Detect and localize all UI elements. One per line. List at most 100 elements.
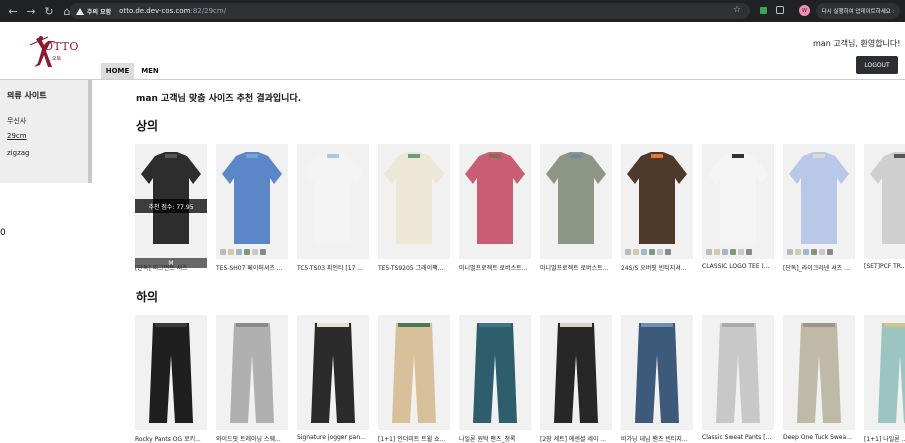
product-card[interactable]: Deep One Tuck Swea... (783, 315, 855, 441)
forward-icon[interactable]: → (24, 4, 38, 18)
profile-avatar[interactable]: W (799, 5, 810, 16)
product-image[interactable] (783, 144, 855, 259)
product-image[interactable] (621, 144, 693, 259)
color-swatch[interactable] (706, 249, 712, 255)
color-swatch[interactable] (252, 249, 258, 255)
product-card[interactable]: Rocky Pants OG 로키... (135, 315, 207, 443)
garment-illustration (708, 152, 768, 244)
product-image[interactable] (621, 315, 693, 430)
product-card[interactable]: 미니멀프로젝트 로버스트... (540, 144, 612, 272)
url-text[interactable]: otto.de.dev-cos.com:82/29cm/ (119, 7, 226, 15)
product-card[interactable]: 미니멀프로젝트 로버스트... (459, 144, 531, 272)
garment-illustration (635, 323, 679, 423)
logout-button[interactable]: LOGOUT (856, 56, 898, 74)
product-caption[interactable]: 24S/S 오버핏 빈티지셔... (621, 263, 693, 272)
product-image[interactable] (297, 315, 369, 430)
color-swatch[interactable] (722, 249, 728, 255)
product-card[interactable]: TE5-TS9205 그래이팩... (378, 144, 450, 272)
product-card[interactable]: [1+1] 나일론 ... (864, 315, 905, 443)
product-caption[interactable]: 미니멀프로젝트 로버스트... (540, 263, 612, 272)
color-swatch[interactable] (244, 249, 250, 255)
product-image[interactable] (540, 315, 612, 430)
sidebar-item-musinsa[interactable]: 무신사 (7, 116, 26, 126)
color-swatch[interactable] (633, 249, 639, 255)
garment-illustration (392, 323, 436, 423)
nav-tab-men[interactable]: MEN (137, 63, 163, 79)
product-caption[interactable]: TC5-TS03 피인티 [17 ... (297, 263, 369, 272)
product-card[interactable]: TE5-SH07 페이퍼셔츠 ... (216, 144, 288, 272)
product-caption[interactable]: CLASSIC LOGO TEE (... (702, 263, 774, 270)
color-swatch[interactable] (827, 249, 833, 255)
reload-icon[interactable]: ↻ (42, 4, 56, 18)
product-image[interactable]: 추천 점수: 77.95 (135, 144, 207, 259)
extensions-puzzle-icon[interactable] (776, 6, 784, 14)
color-swatch[interactable] (260, 249, 266, 255)
garment-illustration (230, 323, 274, 423)
product-card[interactable]: 비가닝 데님 팬츠 빈티지... (621, 315, 693, 443)
product-card[interactable]: 나일론 원턱 팬츠_청록 (459, 315, 531, 443)
product-image[interactable] (216, 144, 288, 259)
product-card[interactable]: 와이드핏 트레이닝 스웨... (216, 315, 288, 443)
product-image[interactable] (459, 315, 531, 430)
relaunch-update-button[interactable]: 다시 실행하여 업데이트하세요 : (816, 3, 900, 19)
product-caption[interactable]: TE5-TS9205 그래이팩... (378, 263, 450, 272)
product-caption[interactable]: 미니멀프로젝트 로버스트... (459, 263, 531, 272)
security-warning[interactable]: 주의 요함 (76, 7, 111, 16)
product-image[interactable] (864, 144, 905, 259)
product-image[interactable] (459, 144, 531, 259)
product-caption[interactable]: [단독]_라이크라넨 셔츠 ... (783, 263, 855, 272)
product-card[interactable]: [단독]_라이크라넨 셔츠 ... (783, 144, 855, 272)
color-swatch[interactable] (795, 249, 801, 255)
color-swatch[interactable] (236, 249, 242, 255)
product-card[interactable]: TC5-TS03 피인티 [17 ... (297, 144, 369, 272)
color-swatch[interactable] (803, 249, 809, 255)
product-caption[interactable]: Deep One Tuck Swea... (783, 434, 855, 441)
product-image[interactable] (297, 144, 369, 259)
sidebar-item-zigzag[interactable]: zigzag (7, 149, 29, 157)
product-image[interactable] (135, 315, 207, 430)
otto-logo-icon[interactable] (26, 33, 74, 73)
color-swatch[interactable] (228, 249, 234, 255)
product-image[interactable] (783, 315, 855, 430)
product-caption[interactable]: [SET]PCF TR... (864, 263, 905, 270)
product-caption[interactable]: Signature jogger pan... (297, 434, 369, 441)
color-swatch[interactable] (625, 249, 631, 255)
product-card[interactable]: Signature jogger pan... (297, 315, 369, 441)
address-bar[interactable]: 주의 요함 otto.de.dev-cos.com:82/29cm/ (70, 3, 750, 19)
color-swatch[interactable] (657, 249, 663, 255)
product-image[interactable] (540, 144, 612, 259)
sidebar-item-29cm[interactable]: 29cm (7, 132, 27, 140)
color-swatches (220, 249, 266, 255)
nav-tab-home[interactable]: HOME (101, 63, 134, 79)
color-swatch[interactable] (220, 249, 226, 255)
color-swatch[interactable] (649, 249, 655, 255)
garment-illustration (627, 152, 687, 244)
product-card[interactable]: [SET]PCF TR... (864, 144, 905, 270)
product-card[interactable]: Classic Sweat Pants [... (702, 315, 774, 441)
color-swatch[interactable] (819, 249, 825, 255)
product-card[interactable]: [1+1] 언더미트 트윌 쇼... (378, 315, 450, 443)
color-swatch[interactable] (811, 249, 817, 255)
product-image[interactable] (702, 315, 774, 430)
bookmark-star-icon[interactable]: ☆ (733, 5, 741, 15)
color-swatch[interactable] (665, 249, 671, 255)
product-image[interactable] (864, 315, 905, 430)
color-swatch[interactable] (738, 249, 744, 255)
product-caption[interactable]: TE5-SH07 페이퍼셔츠 ... (216, 263, 288, 272)
product-image[interactable] (216, 315, 288, 430)
product-card[interactable]: [2장 세트] 에센셜 세이 ... (540, 315, 612, 443)
color-swatch[interactable] (730, 249, 736, 255)
product-card[interactable]: CLASSIC LOGO TEE (... (702, 144, 774, 270)
product-caption[interactable]: Classic Sweat Pants [... (702, 434, 774, 441)
color-swatch[interactable] (746, 249, 752, 255)
back-icon[interactable]: ← (6, 4, 20, 18)
product-image[interactable] (702, 144, 774, 259)
color-swatch[interactable] (714, 249, 720, 255)
extension-icon[interactable] (760, 7, 767, 14)
color-swatch[interactable] (787, 249, 793, 255)
product-card[interactable]: 추천 점수: 77.95 [단독] 피그먼트 셔츠 M (135, 144, 207, 272)
product-image[interactable] (378, 315, 450, 430)
product-image[interactable] (378, 144, 450, 259)
color-swatch[interactable] (641, 249, 647, 255)
product-card[interactable]: 24S/S 오버핏 빈티지셔... (621, 144, 693, 272)
